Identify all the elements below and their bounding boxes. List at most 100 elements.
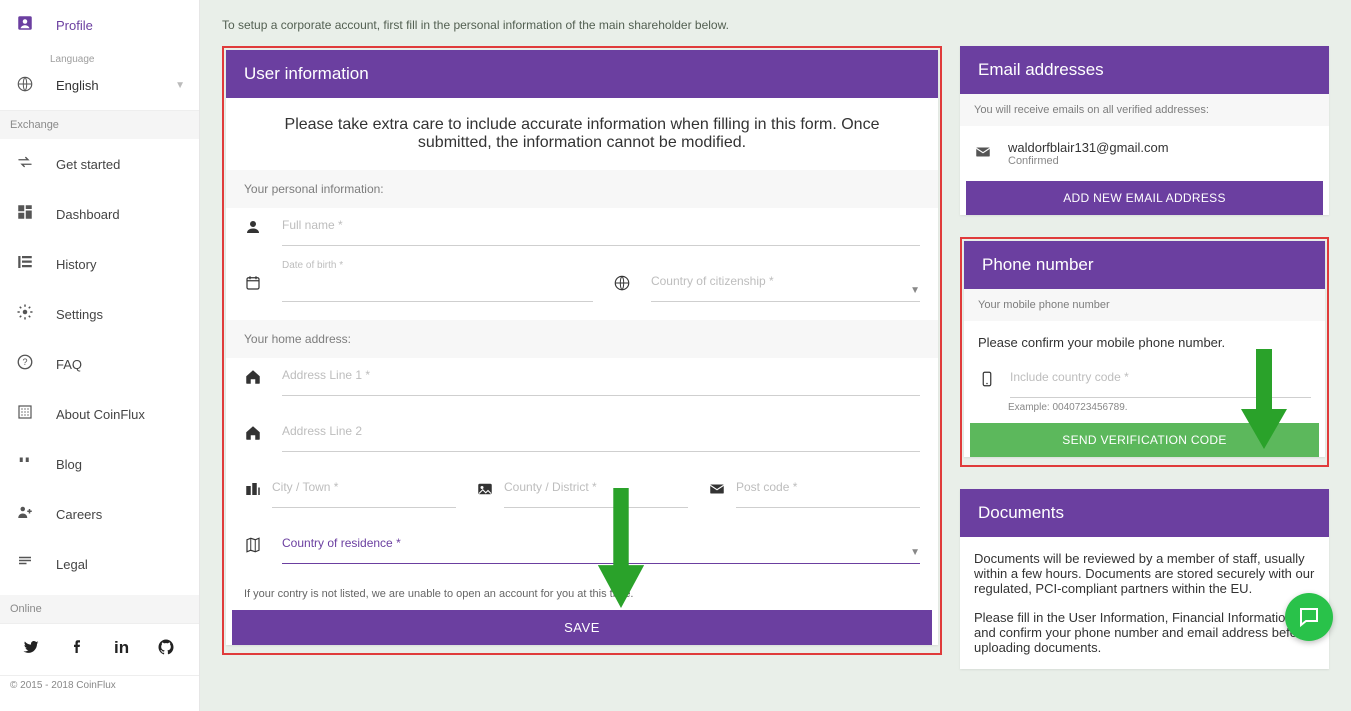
nav-label: Settings [56,307,103,322]
residence-select[interactable] [282,536,920,564]
field-county: County / District [504,480,688,508]
address1-input[interactable] [282,368,920,396]
card-header-email: Email addresses [960,46,1329,94]
nav-label: Legal [56,557,88,572]
address2-input[interactable] [282,424,920,452]
mail-icon [974,143,992,164]
sidebar-language-select[interactable]: English ▼ [0,69,199,111]
sidebar-item-dashboard[interactable]: Dashboard [0,189,199,239]
sidebar-item-history[interactable]: History [0,239,199,289]
sidebar: Profile Language English ▼ Exchange Get … [0,0,200,711]
sidebar-item-careers[interactable]: Careers [0,489,199,539]
dashboard-icon [16,203,34,225]
sidebar-item-faq[interactable]: ? FAQ [0,339,199,389]
main-content: To setup a corporate account, first fill… [200,0,1351,711]
chevron-down-icon: ▼ [910,547,920,558]
quote-icon [16,453,34,475]
field-dob: Date of birth [282,274,593,302]
card-header-user-info: User information [226,50,938,98]
person-box-icon [16,14,34,36]
list-icon [16,253,34,275]
legal-icon [16,553,34,575]
save-button[interactable]: SAVE [232,610,932,645]
gear-icon [16,303,34,325]
sidebar-item-get-started[interactable]: Get started [0,139,199,189]
email-note: You will receive emails on all verified … [960,94,1329,126]
setup-instruction: To setup a corporate account, first fill… [222,0,1329,46]
phone-body-text: Please confirm your mobile phone number. [964,321,1325,364]
home-icon [244,368,262,396]
highlight-user-info: User information Please take extra care … [222,46,942,655]
card-documents: Documents Documents will be reviewed by … [960,489,1329,669]
residence-footnote: If your contry is not listed, we are una… [226,582,938,610]
card-email-addresses: Email addresses You will receive emails … [960,46,1329,215]
nav-label: Careers [56,507,102,522]
field-city: City / Town [272,480,456,508]
card-phone-number: Phone number Your mobile phone number Pl… [964,241,1325,457]
documents-p2: Please fill in the User Information, Fin… [960,610,1329,669]
linkedin-icon[interactable]: in [114,638,129,661]
globe-icon [16,75,34,96]
sidebar-item-blog[interactable]: Blog [0,439,199,489]
phone-icon [978,370,996,398]
chevron-down-icon: ▼ [910,285,920,296]
field-residence: Country of residence ▼ [282,536,920,564]
globe-icon [613,274,631,302]
nav-label: Blog [56,457,82,472]
email-entry: waldorfblair131@gmail.com Confirmed [960,126,1329,181]
sidebar-item-legal[interactable]: Legal [0,539,199,589]
card-header-phone: Phone number [964,241,1325,289]
citizenship-select[interactable] [651,274,920,302]
home-icon [244,424,262,452]
card-header-documents: Documents [960,489,1329,537]
postcode-input[interactable] [736,480,920,508]
section-personal-info: Your personal information: [226,170,938,208]
copyright: © 2015 - 2018 CoinFlux [0,675,199,695]
field-address1: Address Line 1 [282,368,920,396]
field-full-name: Full name [282,218,920,246]
swap-icon [16,153,34,175]
sidebar-item-about[interactable]: About CoinFlux [0,389,199,439]
city-input[interactable] [272,480,456,508]
twitter-icon[interactable] [22,638,40,661]
card-note: Please take extra care to include accura… [226,98,938,170]
facebook-icon[interactable] [68,638,86,661]
person-icon [244,218,262,246]
svg-text:?: ? [22,357,27,367]
sidebar-section-online: Online [0,595,199,623]
sidebar-profile-label: Profile [56,18,93,33]
chat-fab[interactable] [1285,593,1333,641]
dob-input[interactable] [282,274,593,302]
building-icon [16,403,34,425]
nav-label: Dashboard [56,207,120,222]
calendar-icon [244,274,262,302]
sidebar-item-settings[interactable]: Settings [0,289,199,339]
highlight-phone: Phone number Your mobile phone number Pl… [960,237,1329,467]
image-icon [476,480,494,508]
field-address2: Address Line 2 [282,424,920,452]
city-icon [244,480,262,508]
county-input[interactable] [504,480,688,508]
phone-example: Example: 0040723456789. [964,400,1325,423]
nav-label: About CoinFlux [56,407,145,422]
sidebar-language-caption: Language [0,50,199,69]
full-name-input[interactable] [282,218,920,246]
phone-input[interactable] [1010,370,1311,398]
nav-label: FAQ [56,357,82,372]
chevron-down-icon: ▼ [175,80,185,91]
social-links: in [0,623,199,675]
github-icon[interactable] [157,638,175,661]
email-address: waldorfblair131@gmail.com [1008,140,1169,155]
sidebar-item-profile[interactable]: Profile [0,0,199,50]
phone-note: Your mobile phone number [964,289,1325,321]
nav-label: Get started [56,157,120,172]
sidebar-language-value: English [56,78,99,93]
section-home-address: Your home address: [226,320,938,358]
send-verification-button[interactable]: SEND VERIFICATION CODE [970,423,1319,457]
documents-p1: Documents will be reviewed by a member o… [960,537,1329,610]
mail-icon [708,480,726,508]
field-citizenship: Country of citizenship ▼ [651,274,920,302]
add-email-button[interactable]: ADD NEW EMAIL ADDRESS [966,181,1323,215]
field-phone: Include country code [1010,370,1311,398]
map-icon [244,536,262,564]
